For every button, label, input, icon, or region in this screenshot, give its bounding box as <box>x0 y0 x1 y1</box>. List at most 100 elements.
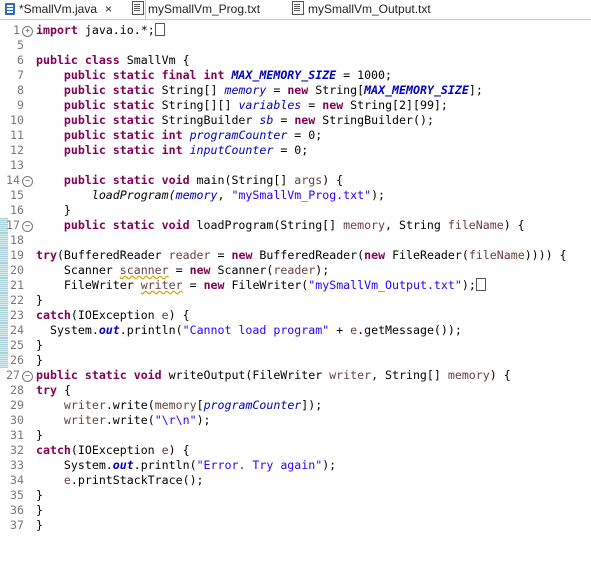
code-text: } <box>36 503 43 518</box>
code-token: public static <box>63 98 155 112</box>
code-line[interactable]: 10 public static StringBuilder sb = new … <box>0 113 591 128</box>
code-text: } <box>36 338 43 353</box>
code-token: } <box>36 293 43 307</box>
code-text: public static int inputCounter = 0; <box>36 143 308 158</box>
code-line[interactable]: 26} <box>0 353 591 368</box>
code-token: ); <box>322 458 337 472</box>
text-file-icon <box>132 1 144 15</box>
code-token: } <box>36 203 71 217</box>
code-token: java.io.*; <box>84 23 155 37</box>
code-token: try <box>36 383 57 397</box>
tab-output-txt[interactable]: mySmallVm_Output.txt <box>292 0 431 19</box>
code-line[interactable]: 20 Scanner scanner = new Scanner(reader)… <box>0 263 591 278</box>
code-token: loadProgram(String[] <box>196 218 337 232</box>
code-text: e.printStackTrace(); <box>36 473 204 488</box>
tab-smallvm-java[interactable]: *SmallVm.java × <box>0 0 146 19</box>
code-line[interactable]: 21 FileWriter writer = new FileWriter("m… <box>0 278 591 293</box>
code-line[interactable]: 17− public static void loadProgram(Strin… <box>0 218 591 233</box>
code-token: new <box>287 83 309 97</box>
code-line[interactable]: 11 public static int programCounter = 0; <box>0 128 591 143</box>
code-token: catch <box>36 443 71 457</box>
code-line[interactable]: 28 try { <box>0 383 591 398</box>
code-line[interactable]: 7 public static final int MAX_MEMORY_SIZ… <box>0 68 591 83</box>
code-token: fileName <box>447 218 504 232</box>
line-number: 31 <box>10 428 24 442</box>
code-line[interactable]: 35} <box>0 488 591 503</box>
code-token: .getMessage()); <box>357 323 462 337</box>
code-line[interactable]: 23 catch(IOException e) { <box>0 308 591 323</box>
code-line[interactable]: 8 public static String[] memory = new St… <box>0 83 591 98</box>
line-number: 30 <box>10 413 24 427</box>
code-token: SmallVm { <box>126 53 190 67</box>
fold-toggle-icon[interactable]: − <box>22 221 33 232</box>
code-text: System.out.println("Cannot load program"… <box>36 323 462 338</box>
code-line[interactable]: 19 try(BufferedReader reader = new Buffer… <box>0 248 591 263</box>
code-text: public static int programCounter = 0; <box>36 128 322 143</box>
code-text: Scanner scanner = new Scanner(reader); <box>36 263 329 278</box>
code-line[interactable]: 14− public static void main(String[] arg… <box>0 173 591 188</box>
code-token: = <box>308 98 316 112</box>
code-line[interactable]: 9 public static String[][] variables = n… <box>0 98 591 113</box>
code-line[interactable]: 22} <box>0 293 591 308</box>
code-line[interactable]: 16 } <box>0 203 591 218</box>
code-token: "mySmallVm_Prog.txt" <box>231 188 372 202</box>
text-file-icon <box>292 1 304 15</box>
fold-toggle-icon[interactable]: + <box>22 26 33 37</box>
code-line[interactable]: 31} <box>0 428 591 443</box>
code-token: reader <box>168 248 211 262</box>
code-text: try { <box>36 383 71 398</box>
code-token: memory <box>447 368 490 382</box>
code-editor[interactable]: 1 + import java.io.*; 5 6 public class SmallV… <box>0 20 591 563</box>
code-token: = <box>217 248 225 262</box>
code-line[interactable]: 25} <box>0 338 591 353</box>
code-line[interactable]: 27− public static void writeOutput(FileWr… <box>0 368 591 383</box>
code-line[interactable]: 32 catch(IOException e) { <box>0 443 591 458</box>
code-line[interactable]: 36} <box>0 503 591 518</box>
close-tab-icon[interactable]: × <box>105 0 112 19</box>
code-token: public class <box>36 53 120 67</box>
code-token: , String <box>385 218 441 232</box>
code-line[interactable]: 29 writer.write(memory[programCounter]); <box>0 398 591 413</box>
code-text: } <box>36 293 43 308</box>
code-line[interactable]: 1 + import java.io.*; <box>0 23 591 38</box>
line-number: 22 <box>10 293 24 307</box>
code-token: try <box>36 248 57 262</box>
code-text: } <box>36 353 43 368</box>
code-line[interactable]: 24 System.out.println("Cannot load progr… <box>0 323 591 338</box>
fold-toggle-icon[interactable]: − <box>22 371 33 382</box>
code-token: public static void <box>63 218 190 232</box>
code-line[interactable]: 33 System.out.println("Error. Try again"… <box>0 458 591 473</box>
code-token: String[] <box>161 83 218 97</box>
code-token: args <box>294 173 323 187</box>
code-line[interactable]: 30 writer.write("\r\n"); <box>0 413 591 428</box>
code-token: ]; <box>468 83 483 97</box>
code-line[interactable]: 15 loadProgram(memory, "mySmallVm_Prog.t… <box>0 188 591 203</box>
code-token: = 1000; <box>343 68 393 82</box>
code-line[interactable]: 12 public static int inputCounter = 0; <box>0 143 591 158</box>
code-text: public static void main(String[] args) { <box>36 173 343 188</box>
code-line[interactable]: 34 e.printStackTrace(); <box>0 473 591 488</box>
code-token: String[2][99]; <box>350 98 448 112</box>
code-line[interactable]: 18 <box>0 233 591 248</box>
code-token: ); <box>371 188 386 202</box>
code-token: { <box>63 383 71 397</box>
tab-prog-txt[interactable]: mySmallVm_Prog.txt <box>132 0 260 19</box>
code-line[interactable]: 6 public class SmallVm { <box>0 53 591 68</box>
code-token: = <box>175 263 183 277</box>
code-line[interactable]: 37} <box>0 518 591 533</box>
code-token: = <box>280 113 288 127</box>
code-text: public static void loadProgram(String[] … <box>36 218 525 233</box>
fold-toggle-icon[interactable]: − <box>22 176 33 187</box>
code-token: writeOutput(FileWriter <box>168 368 323 382</box>
code-token: main(String[] <box>196 173 288 187</box>
code-token: ) { <box>322 173 344 187</box>
code-line[interactable]: 13 <box>0 158 591 173</box>
code-token: System. <box>36 323 99 337</box>
code-token: public static int <box>63 143 183 157</box>
code-text: writer.write("\r\n"); <box>36 413 211 428</box>
code-line[interactable]: 5 <box>0 38 591 53</box>
code-token: = <box>189 278 197 292</box>
